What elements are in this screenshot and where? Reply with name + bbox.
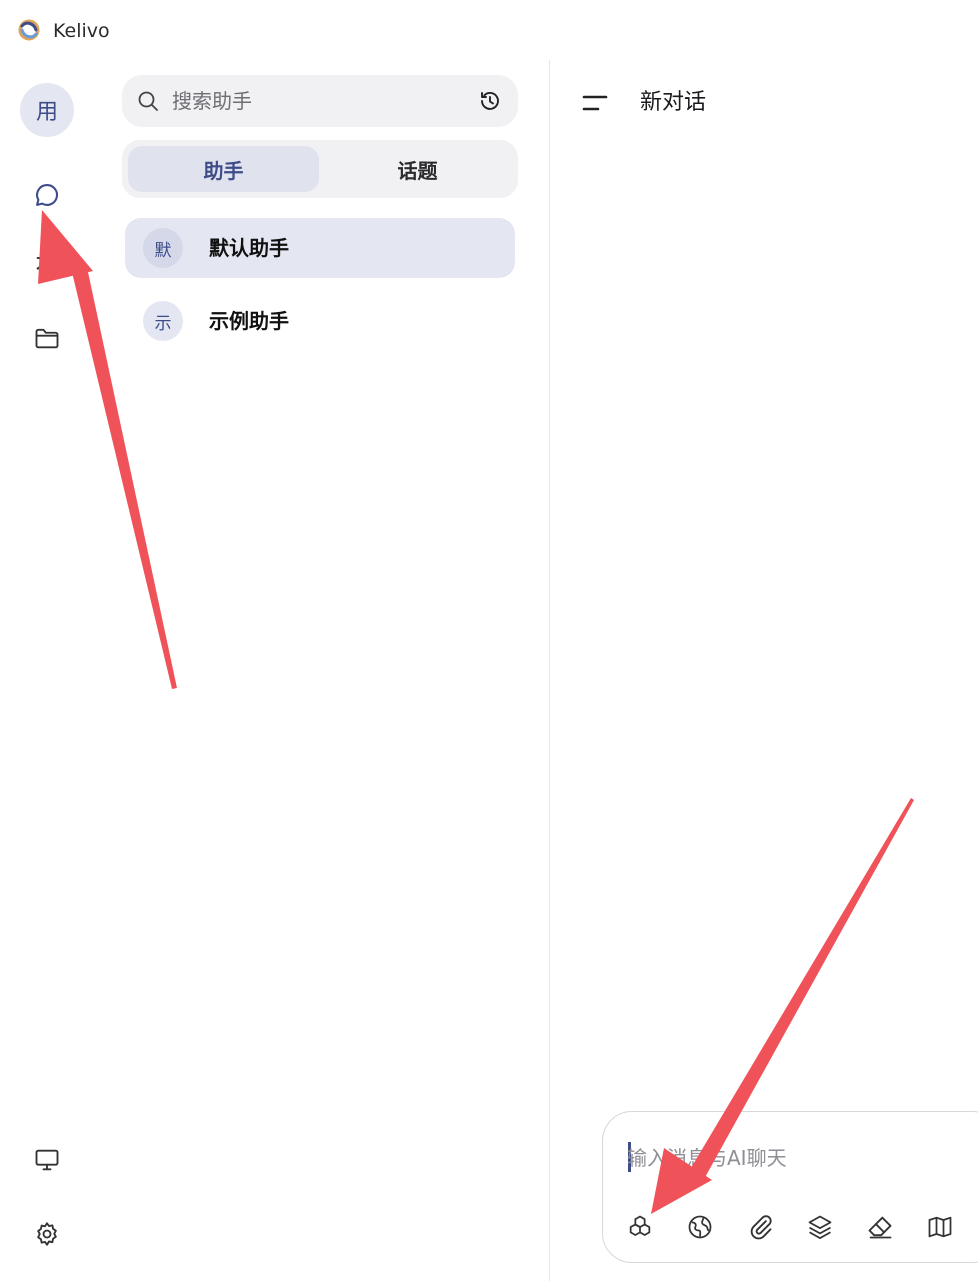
rail-chat-button[interactable]: [27, 175, 67, 215]
kelivo-logo-icon: [18, 19, 40, 41]
folder-icon: [35, 328, 59, 349]
model-select-icon: [629, 1215, 651, 1236]
rail-settings-button[interactable]: [27, 1214, 67, 1254]
assistant-sidebar: 助手 话题 默 默认助手 示 示例助手: [95, 60, 549, 1281]
tab-assistants[interactable]: 助手: [128, 146, 319, 192]
assistant-item-default[interactable]: 默 默认助手: [125, 218, 515, 278]
translate-icon: [36, 254, 59, 276]
search-icon: [138, 91, 158, 111]
assistant-topic-tabs: 助手 话题: [122, 140, 518, 198]
app-title: Kelivo: [53, 20, 110, 42]
model-select-button[interactable]: [623, 1210, 657, 1244]
layers-icon: [808, 1215, 832, 1239]
message-input[interactable]: [627, 1138, 967, 1178]
paperclip-icon: [750, 1215, 772, 1240]
monitor-icon: [35, 1149, 59, 1171]
gear-icon: [37, 1222, 57, 1246]
rail-display-button[interactable]: [27, 1140, 67, 1180]
user-avatar[interactable]: 用: [20, 83, 74, 137]
prompt-layers-button[interactable]: [803, 1210, 837, 1244]
assistant-name: 默认助手: [209, 236, 289, 260]
assistant-item-example[interactable]: 示 示例助手: [125, 291, 515, 351]
conversation-title: 新对话: [640, 90, 707, 115]
assistant-avatar: 默: [143, 228, 183, 268]
history-icon[interactable]: [478, 89, 502, 113]
globe-icon: [688, 1215, 712, 1239]
map-button[interactable]: [923, 1210, 957, 1244]
search-box: [122, 75, 518, 127]
title-bar: Kelivo: [0, 0, 978, 60]
rail-translate-button[interactable]: [27, 245, 67, 285]
search-assistant-input[interactable]: [172, 75, 462, 127]
menu-icon[interactable]: [580, 88, 610, 118]
eraser-icon: [868, 1216, 892, 1239]
map-icon: [928, 1216, 952, 1238]
chat-panel: 新对话: [550, 60, 978, 1281]
rail-files-button[interactable]: [27, 318, 67, 358]
navigation-rail: 用: [0, 60, 95, 1281]
assistant-name: 示例助手: [209, 309, 289, 333]
clear-context-button[interactable]: [863, 1210, 897, 1244]
message-composer: [602, 1111, 978, 1263]
attach-file-button[interactable]: [743, 1210, 777, 1244]
web-search-button[interactable]: [683, 1210, 717, 1244]
assistant-avatar: 示: [143, 301, 183, 341]
chat-bubble-icon: [36, 184, 59, 206]
tab-topics[interactable]: 话题: [322, 146, 513, 192]
